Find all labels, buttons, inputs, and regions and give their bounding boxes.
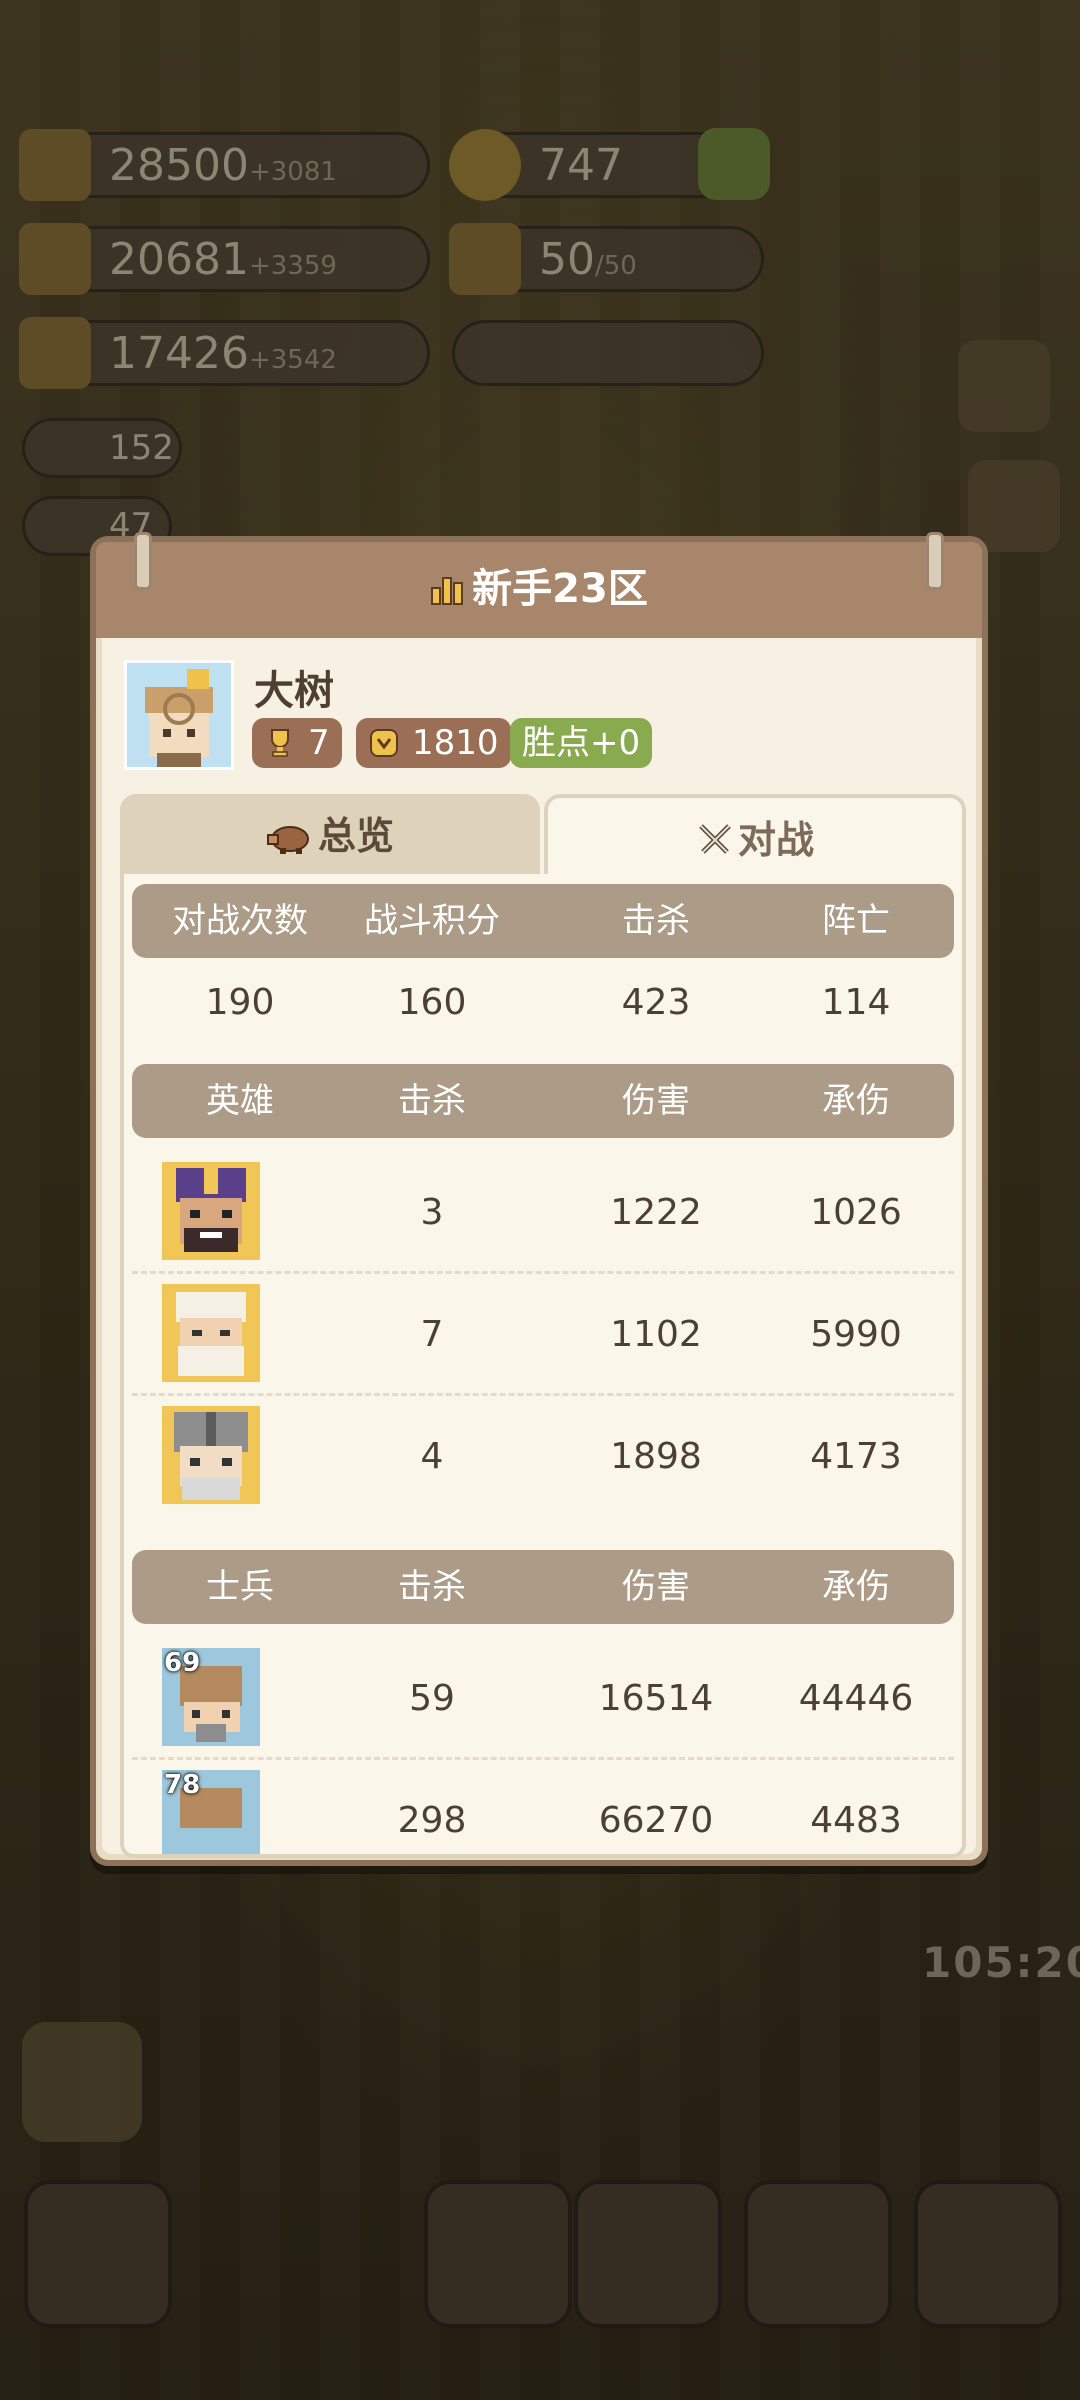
hero-portrait-2 — [162, 1284, 260, 1382]
hero-kills: 4 — [420, 1436, 444, 1477]
soldier-kills: 59 — [409, 1678, 455, 1719]
boar-icon — [266, 826, 309, 854]
progress-bar — [452, 320, 764, 386]
rating-chip: 1810 — [356, 718, 511, 768]
hero-taken: 1026 — [810, 1192, 902, 1233]
battles-value: 190 — [205, 982, 275, 1023]
tab-battle-label: 对战 — [737, 818, 814, 862]
soldier-damage: 66270 — [598, 1800, 714, 1841]
rating-badge-icon — [370, 729, 398, 757]
hero-damage: 1102 — [610, 1314, 702, 1355]
gift-icon — [449, 223, 521, 295]
header-kills: 击杀 — [622, 901, 690, 941]
capacity-counter: 50/50 — [449, 223, 764, 295]
chat-button[interactable] — [22, 2022, 142, 2142]
stone-icon — [19, 317, 91, 389]
header-hero: 英雄 — [206, 1081, 274, 1121]
hero-row: 7 1102 5990 — [132, 1274, 954, 1396]
victory-points-chip: 胜点+0 — [510, 718, 653, 768]
bar-chart-icon — [431, 577, 464, 605]
crossed-swords-icon — [699, 824, 731, 854]
bottom-button-5[interactable] — [914, 2180, 1062, 2328]
hero-row: 3 1222 1026 — [132, 1152, 954, 1274]
player-avatar[interactable] — [124, 660, 234, 770]
soldier-level: 78 — [164, 1770, 201, 1800]
tab-battle[interactable]: 对战 — [544, 794, 966, 878]
battle-stats-panel[interactable]: 对战次数 战斗积分 击杀 阵亡 190 160 423 114 英雄 击杀 伤害… — [120, 874, 966, 1858]
dialog-body: 大树 7 1810 胜点+0 总览 对战 对战次数 战斗积分 击杀 阵亡 190… — [102, 638, 976, 1858]
resource-stone: 17426+3542 — [19, 317, 430, 389]
menu-grid-button[interactable] — [958, 340, 1050, 432]
header-soldier-kills: 击杀 — [398, 1567, 466, 1607]
hero-damage: 1222 — [610, 1192, 702, 1233]
trophy-icon — [271, 729, 289, 757]
score-value: 160 — [397, 982, 467, 1023]
victory-points-text: 胜点+0 — [522, 723, 641, 763]
header-battles: 对战次数 — [172, 901, 308, 941]
hero-portrait-3 — [162, 1406, 260, 1504]
soldier-taken: 44446 — [798, 1678, 914, 1719]
rating-value: 1810 — [412, 723, 499, 763]
header-soldier-damage: 伤害 — [622, 1567, 690, 1607]
soldier-kills: 298 — [397, 1800, 467, 1841]
soldier-table-header: 士兵 击杀 伤害 承伤 — [132, 1550, 954, 1624]
bottom-button-1[interactable] — [24, 2180, 172, 2328]
food-icon — [19, 129, 91, 201]
resource-food: 28500+3081 — [19, 129, 430, 201]
bottom-button-2[interactable] — [424, 2180, 572, 2328]
tab-bar: 总览 对战 — [120, 794, 966, 878]
header-score: 战斗积分 — [364, 901, 500, 941]
add-coin-button[interactable] — [698, 128, 770, 200]
player-name: 大树 — [254, 668, 334, 714]
soldier-level: 69 — [164, 1648, 201, 1678]
trophy-chip: 7 — [252, 718, 342, 768]
header-soldier-taken: 承伤 — [822, 1567, 890, 1607]
summary-header: 对战次数 战斗积分 击杀 阵亡 — [132, 884, 954, 958]
tab-overview-label: 总览 — [317, 814, 394, 858]
resource-meat: 20681+3359 — [19, 223, 430, 295]
soldier-row: 78 298 66270 4483 — [132, 1760, 954, 1854]
header-soldier: 士兵 — [206, 1567, 274, 1607]
dialog-title: 新手23区 — [96, 556, 982, 614]
summary-values: 190 160 423 114 — [132, 966, 954, 1040]
soldier-damage: 16514 — [598, 1678, 714, 1719]
bottom-button-3[interactable] — [574, 2180, 722, 2328]
trophy-count: 7 — [308, 723, 330, 763]
meat-icon — [19, 223, 91, 295]
hero-kills: 7 — [420, 1314, 444, 1355]
battle-stats-dialog: 新手23区 大树 7 1810 胜点+0 总览 对战 对战次数 战斗积分 击杀 … — [90, 532, 988, 1866]
hero-row: 4 1898 4173 — [132, 1396, 954, 1518]
soldier-portrait-1: 69 — [162, 1648, 260, 1746]
kills-value: 423 — [621, 982, 691, 1023]
count-badge-1: 152 — [22, 418, 182, 478]
header-deaths: 阵亡 — [822, 901, 890, 941]
bottom-button-4[interactable] — [744, 2180, 892, 2328]
deaths-value: 114 — [821, 982, 891, 1023]
hero-damage: 1898 — [610, 1436, 702, 1477]
hero-table-header: 英雄 击杀 伤害 承伤 — [132, 1064, 954, 1138]
coin-icon — [449, 129, 521, 201]
hero-taken: 5990 — [810, 1314, 902, 1355]
side-button-2[interactable] — [968, 460, 1060, 552]
header-hero-damage: 伤害 — [622, 1081, 690, 1121]
dialog-title-text: 新手23区 — [472, 566, 648, 612]
hero-taken: 4173 — [810, 1436, 902, 1477]
timer-text: 105:20 — [922, 1938, 1080, 1987]
header-hero-kills: 击杀 — [398, 1081, 466, 1121]
hero-portrait-1 — [162, 1162, 260, 1260]
header-hero-taken: 承伤 — [822, 1081, 890, 1121]
soldier-portrait-2: 78 — [162, 1770, 260, 1854]
avatar-image — [127, 663, 231, 767]
tab-overview[interactable]: 总览 — [120, 794, 540, 878]
hero-kills: 3 — [420, 1192, 444, 1233]
soldier-row: 69 59 16514 44446 — [132, 1638, 954, 1760]
soldier-taken: 4483 — [810, 1800, 902, 1841]
